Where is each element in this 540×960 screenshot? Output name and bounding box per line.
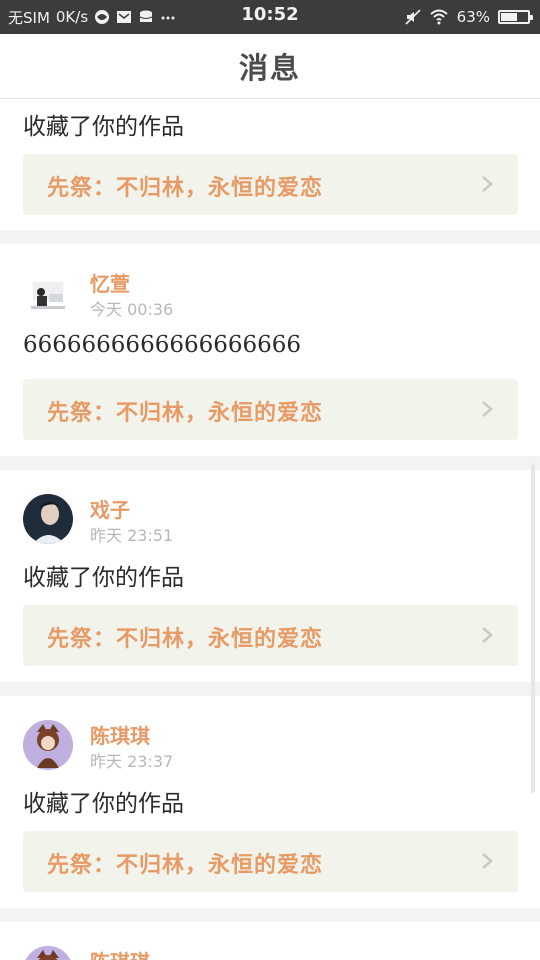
user-row: 陈琪琪 (23, 946, 473, 960)
avatar[interactable] (23, 946, 73, 960)
avatar-image (23, 268, 73, 318)
chevron-right-icon (482, 401, 493, 417)
mute-icon (405, 9, 421, 25)
app-root: 无SIM 0K/s 10:52 63% 消息 收藏了你的作品 先祭：不归林，永恒… (0, 0, 540, 960)
avatar[interactable] (23, 720, 73, 770)
username[interactable]: 陈琪琪 (90, 946, 150, 960)
work-title: 先祭：不归林，永恒的爱恋 (47, 852, 324, 878)
timestamp: 昨天 23:51 (90, 526, 174, 545)
page-title: 消息 (238, 51, 301, 85)
message-card: 戏子 昨天 23:51 收藏了你的作品 先祭：不归林，永恒的爱恋 (0, 470, 540, 682)
user-row: 忆萱 今天 00:36 (23, 268, 473, 319)
battery-percent: 63% (456, 8, 490, 26)
wifi-icon (429, 9, 448, 25)
message-card: 陈琪琪 (0, 922, 540, 960)
header-bar: 消息 (0, 34, 540, 99)
message-text: 收藏了你的作品 (23, 565, 184, 591)
avatar-image (25, 946, 71, 960)
work-link-button[interactable]: 先祭：不归林，永恒的爱恋 (23, 831, 518, 892)
battery-fill (501, 13, 517, 21)
avatar-image (23, 720, 73, 770)
timestamp: 今天 00:36 (90, 300, 174, 319)
scrollbar[interactable] (531, 463, 535, 793)
message-text: 收藏了你的作品 (23, 114, 184, 140)
battery-icon (498, 10, 533, 24)
work-link-button[interactable]: 先祭：不归林，永恒的爱恋 (23, 154, 518, 215)
avatar[interactable] (23, 268, 73, 318)
chevron-right-icon (482, 853, 493, 869)
status-right: 63% (405, 5, 533, 29)
message-card: 收藏了你的作品 先祭：不归林，永恒的爱恋 (0, 99, 540, 230)
message-text: 收藏了你的作品 (23, 791, 184, 817)
user-row: 戏子 昨天 23:51 (23, 494, 473, 545)
message-text: 6666666666666666666 (23, 332, 302, 358)
user-row: 陈琪琪 昨天 23:37 (23, 720, 473, 771)
status-bar: 无SIM 0K/s 10:52 63% (0, 0, 540, 34)
chevron-right-icon (482, 176, 493, 192)
username[interactable]: 陈琪琪 (90, 720, 150, 749)
username[interactable]: 戏子 (90, 494, 130, 523)
avatar-image (23, 494, 73, 544)
work-title: 先祭：不归林，永恒的爱恋 (47, 400, 324, 426)
message-feed[interactable]: 收藏了你的作品 先祭：不归林，永恒的爱恋 忆萱 今天 00:36 6666666… (0, 99, 540, 960)
work-link-button[interactable]: 先祭：不归林，永恒的爱恋 (23, 605, 518, 666)
work-link-button[interactable]: 先祭：不归林，永恒的爱恋 (23, 379, 518, 440)
message-card: 忆萱 今天 00:36 6666666666666666666 先祭：不归林，永… (0, 244, 540, 456)
chevron-right-icon (482, 627, 493, 643)
timestamp: 昨天 23:37 (90, 752, 174, 771)
username[interactable]: 忆萱 (90, 268, 130, 297)
avatar[interactable] (23, 494, 73, 544)
work-title: 先祭：不归林，永恒的爱恋 (47, 626, 324, 652)
message-card: 陈琪琪 昨天 23:37 收藏了你的作品 先祭：不归林，永恒的爱恋 (0, 696, 540, 908)
work-title: 先祭：不归林，永恒的爱恋 (47, 175, 324, 201)
